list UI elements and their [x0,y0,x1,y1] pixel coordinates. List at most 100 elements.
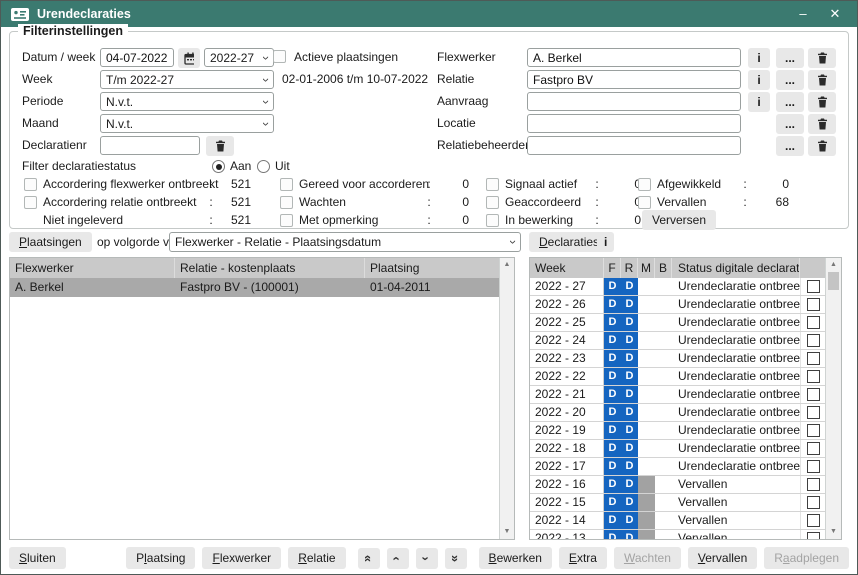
row-checkbox[interactable] [807,316,820,329]
tab-plaatsingen[interactable]: Plaatsingen [9,232,92,252]
row-checkbox[interactable] [807,478,820,491]
checkbox-cell[interactable] [800,296,825,313]
relatie-more-button[interactable]: ... [776,70,804,90]
row-checkbox[interactable] [807,388,820,401]
column-header[interactable]: M [638,258,655,278]
aanvraag-clear-button[interactable] [808,92,836,112]
row-checkbox[interactable] [807,352,820,365]
table-row[interactable]: A. BerkelFastpro BV - (100001)01-04-2011 [10,278,499,297]
checkbox-cell[interactable] [800,314,825,331]
calendar-button[interactable] [178,48,200,68]
scrollbar-thumb[interactable] [828,272,839,290]
vervallen-button[interactable]: Vervallen [688,547,757,569]
checkbox-cell[interactable] [800,476,825,493]
checkbox-cell[interactable] [800,422,825,439]
sluiten-button[interactable]: Sluiten [9,547,66,569]
sort-select[interactable]: Flexwerker - Relatie - Plaatsingsdatum › [169,232,521,252]
gereed-voor-accorderen-checkbox[interactable] [280,178,293,191]
checkbox-cell[interactable] [800,278,825,295]
scroll-down-icon[interactable]: ▼ [500,527,514,537]
scroll-up-icon[interactable]: ▲ [826,260,841,270]
close-button[interactable]: ✕ [823,1,847,27]
declaratie-row[interactable]: 2022 - 27DDUrendeclaratie ontbreekt [530,278,825,296]
column-header[interactable]: Flexwerker [10,258,175,278]
minimize-button[interactable]: – [791,1,815,27]
row-checkbox[interactable] [807,334,820,347]
flexwerker-button[interactable]: Flexwerker [202,547,281,569]
locatie-clear-button[interactable] [808,114,836,134]
column-header[interactable]: R [621,258,638,278]
accordering-flexwerker-checkbox[interactable] [24,178,37,191]
declaraties-info-button[interactable]: i [597,232,614,252]
checkbox-cell[interactable] [800,368,825,385]
row-checkbox[interactable] [807,280,820,293]
declaratie-row[interactable]: 2022 - 24DDUrendeclaratie ontbreekt [530,332,825,350]
declaratie-row[interactable]: 2022 - 23DDUrendeclaratie ontbreekt [530,350,825,368]
row-checkbox[interactable] [807,532,820,539]
row-checkbox[interactable] [807,442,820,455]
checkbox-cell[interactable] [800,440,825,457]
previous-record-button[interactable]: ‹ [387,548,409,569]
bewerken-button[interactable]: Bewerken [479,547,552,569]
locatie-more-button[interactable]: ... [776,114,804,134]
declaratie-row[interactable]: 2022 - 16DDVervallen [530,476,825,494]
declaratie-row[interactable]: 2022 - 20DDUrendeclaratie ontbreekt [530,404,825,422]
scroll-down-icon[interactable]: ▼ [826,527,841,537]
checkbox-cell[interactable] [800,494,825,511]
declaratie-row[interactable]: 2022 - 15DDVervallen [530,494,825,512]
relatie-clear-button[interactable] [808,70,836,90]
radio-uit[interactable] [257,160,270,173]
row-checkbox[interactable] [807,460,820,473]
column-header[interactable]: F [604,258,621,278]
accordering-relatie-checkbox[interactable] [24,196,37,209]
declaratie-row[interactable]: 2022 - 17DDUrendeclaratie ontbreekt [530,458,825,476]
aanvraag-input[interactable] [527,92,741,111]
relatiebeheerder-clear-button[interactable] [808,136,836,156]
maand-select[interactable]: N.v.t. › [100,114,274,133]
column-header[interactable]: Week [530,258,604,278]
column-header[interactable]: B [655,258,672,278]
verversen-button[interactable]: Verversen [642,210,716,230]
afgewikkeld-checkbox[interactable] [638,178,651,191]
aanvraag-info-button[interactable]: i [748,92,770,112]
relatie-input[interactable] [527,70,741,89]
column-header[interactable]: Plaatsing [365,258,499,278]
checkbox-cell[interactable] [800,332,825,349]
aanvraag-more-button[interactable]: ... [776,92,804,112]
column-header[interactable]: Relatie - kostenplaats [175,258,365,278]
in-bewerking-checkbox[interactable] [486,214,499,227]
declaratie-row[interactable]: 2022 - 18DDUrendeclaratie ontbreekt [530,440,825,458]
checkbox-cell[interactable] [800,350,825,367]
row-checkbox[interactable] [807,370,820,383]
geaccordeerd-checkbox[interactable] [486,196,499,209]
row-checkbox[interactable] [807,298,820,311]
relatie-button[interactable]: Relatie [288,547,345,569]
row-checkbox[interactable] [807,496,820,509]
declaratie-row[interactable]: 2022 - 19DDUrendeclaratie ontbreekt [530,422,825,440]
datum-input[interactable] [100,48,174,67]
scroll-up-icon[interactable]: ▲ [500,260,514,270]
extra-button[interactable]: Extra [559,547,607,569]
declaratienr-input[interactable] [100,136,200,155]
declaratie-row[interactable]: 2022 - 25DDUrendeclaratie ontbreekt [530,314,825,332]
declaraties-scrollbar[interactable]: ▲ ▼ [825,258,841,539]
signaal-actief-checkbox[interactable] [486,178,499,191]
radio-aan[interactable] [212,160,225,173]
row-checkbox[interactable] [807,514,820,527]
plaatsingen-scrollbar[interactable]: ▲ ▼ [499,258,514,539]
locatie-input[interactable] [527,114,741,133]
wachten-checkbox[interactable] [280,196,293,209]
plaatsing-button[interactable]: Plaatsing [126,547,195,569]
relatie-info-button[interactable]: i [748,70,770,90]
relatiebeheerder-input[interactable] [527,136,741,155]
checkbox-cell[interactable] [800,458,825,475]
checkbox-cell[interactable] [800,530,825,539]
declaratie-row[interactable]: 2022 - 26DDUrendeclaratie ontbreekt [530,296,825,314]
week-select[interactable]: T/m 2022-27 › [100,70,274,89]
periode-select[interactable]: N.v.t. › [100,92,274,111]
declaratienr-clear-button[interactable] [206,136,234,156]
checkbox-cell[interactable] [800,386,825,403]
flexwerker-input[interactable] [527,48,741,67]
checkbox-cell[interactable] [800,404,825,421]
declaratie-row[interactable]: 2022 - 14DDVervallen [530,512,825,530]
